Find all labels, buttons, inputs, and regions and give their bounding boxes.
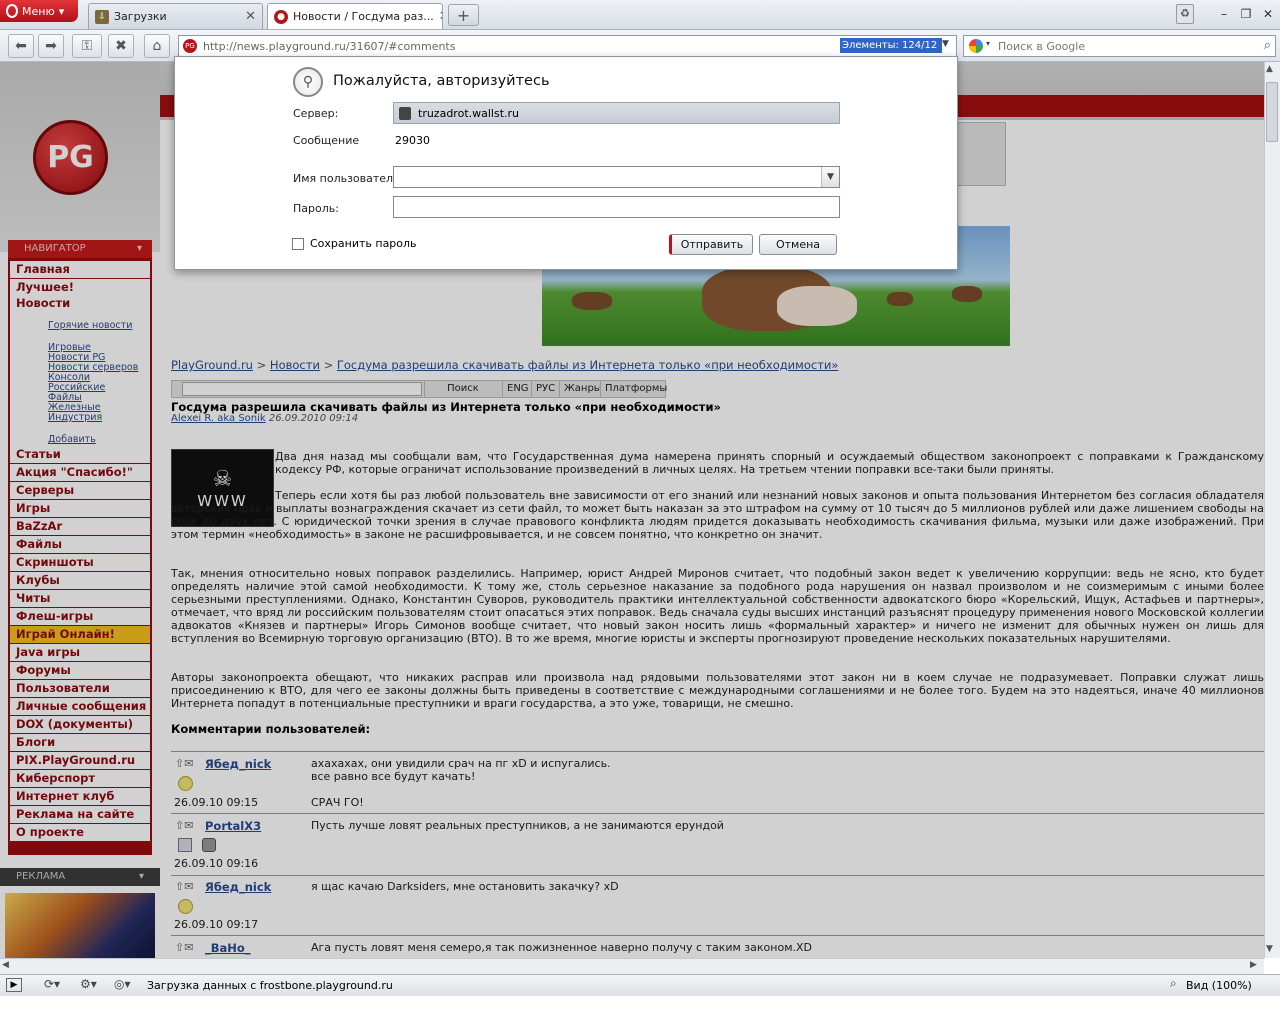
cancel-button[interactable]: Отмена: [759, 234, 837, 255]
status-text: Загрузка данных с frostbone.playground.r…: [147, 979, 393, 992]
stop-button[interactable]: ✖: [108, 34, 134, 58]
save-password-label[interactable]: Сохранить пароль: [310, 237, 417, 250]
chevron-down-icon[interactable]: ▾: [986, 39, 990, 48]
elements-badge: Элементы: 124/12: [840, 38, 942, 53]
home-icon: ⌂: [152, 38, 162, 54]
google-icon: [969, 39, 983, 53]
username-input[interactable]: [393, 166, 840, 188]
stop-icon: ✖: [115, 38, 127, 54]
pg-favicon-icon: ●: [274, 9, 288, 24]
search-icon[interactable]: ⌕: [1264, 38, 1271, 53]
site-favicon-icon: PG: [183, 39, 197, 53]
chevron-down-icon: ▾: [58, 4, 65, 18]
tab-label: Новости / Госдума раз...: [293, 10, 434, 23]
back-button[interactable]: ⬅: [8, 34, 34, 58]
scroll-left-icon[interactable]: ◀: [2, 960, 9, 970]
tab-downloads[interactable]: ⇩ Загрузки ✕: [88, 3, 263, 29]
save-password-checkbox[interactable]: [292, 238, 304, 250]
arrow-left-icon: ⬅: [15, 38, 27, 54]
tab-label: Загрузки: [114, 10, 167, 23]
horizontal-scrollbar[interactable]: [0, 958, 1264, 974]
panel-toggle-icon[interactable]: ▶: [6, 978, 22, 992]
vertical-scrollbar[interactable]: [1264, 62, 1280, 958]
chevron-down-icon[interactable]: ▼: [821, 167, 839, 187]
maximize-icon[interactable]: ❐: [1236, 6, 1256, 22]
opera-menu-button[interactable]: Меню ▾: [0, 0, 78, 22]
tab-news[interactable]: ● Новости / Госдума раз... ✕: [267, 3, 443, 29]
trash-icon[interactable]: ♻: [1176, 4, 1194, 24]
search-placeholder: Поиск в Google: [998, 39, 1086, 53]
search-input[interactable]: ▾ Поиск в Google ⌕: [963, 35, 1276, 57]
lock-icon: [399, 107, 411, 120]
close-window-icon[interactable]: ✕: [1258, 6, 1278, 22]
dialog-title: Пожалуйста, авторизуйтесь: [333, 73, 550, 89]
minimize-icon[interactable]: –: [1214, 6, 1234, 22]
server-field: truzadrot.wallst.ru: [393, 102, 840, 124]
password-input[interactable]: [393, 196, 840, 218]
scroll-right-icon[interactable]: ▶: [1250, 960, 1257, 970]
chevron-down-icon[interactable]: ▼: [942, 39, 949, 49]
key-button[interactable]: ⚿: [72, 34, 102, 58]
keyhole-icon: ⚲: [293, 67, 323, 97]
vertical-scroll-thumb[interactable]: [1266, 82, 1278, 142]
address-text: http://news.playground.ru/31607/#comment…: [203, 39, 456, 53]
zoom-level[interactable]: Вид (100%): [1186, 979, 1252, 992]
server-label: Сервер:: [293, 107, 339, 120]
message-label: Сообщение: [293, 134, 360, 147]
menu-label: Меню: [22, 4, 55, 18]
new-tab-button[interactable]: +: [448, 4, 479, 26]
submit-button[interactable]: Отправить: [669, 234, 753, 255]
close-icon[interactable]: ✕: [439, 9, 442, 24]
opera-logo-icon: [6, 4, 18, 18]
scroll-up-icon[interactable]: ▲: [1266, 64, 1273, 74]
key-icon: ⚿: [81, 38, 93, 54]
unite-icon[interactable]: ⚙▾: [80, 977, 97, 991]
password-label: Пароль:: [293, 202, 339, 215]
download-icon: ⇩: [95, 9, 109, 24]
message-value: 29030: [395, 134, 430, 147]
username-label: Имя пользователя:: [293, 172, 404, 185]
arrow-right-icon: ➡: [45, 38, 57, 54]
turbo-icon[interactable]: ◎▾: [114, 977, 131, 991]
forward-button[interactable]: ➡: [38, 34, 64, 58]
server-value: truzadrot.wallst.ru: [418, 106, 520, 120]
home-button[interactable]: ⌂: [144, 34, 170, 58]
close-icon[interactable]: ✕: [245, 9, 256, 24]
zoom-icon[interactable]: ⌕: [1170, 976, 1177, 991]
scroll-down-icon[interactable]: ▼: [1266, 944, 1273, 954]
sync-icon[interactable]: ⟳▾: [44, 977, 60, 991]
